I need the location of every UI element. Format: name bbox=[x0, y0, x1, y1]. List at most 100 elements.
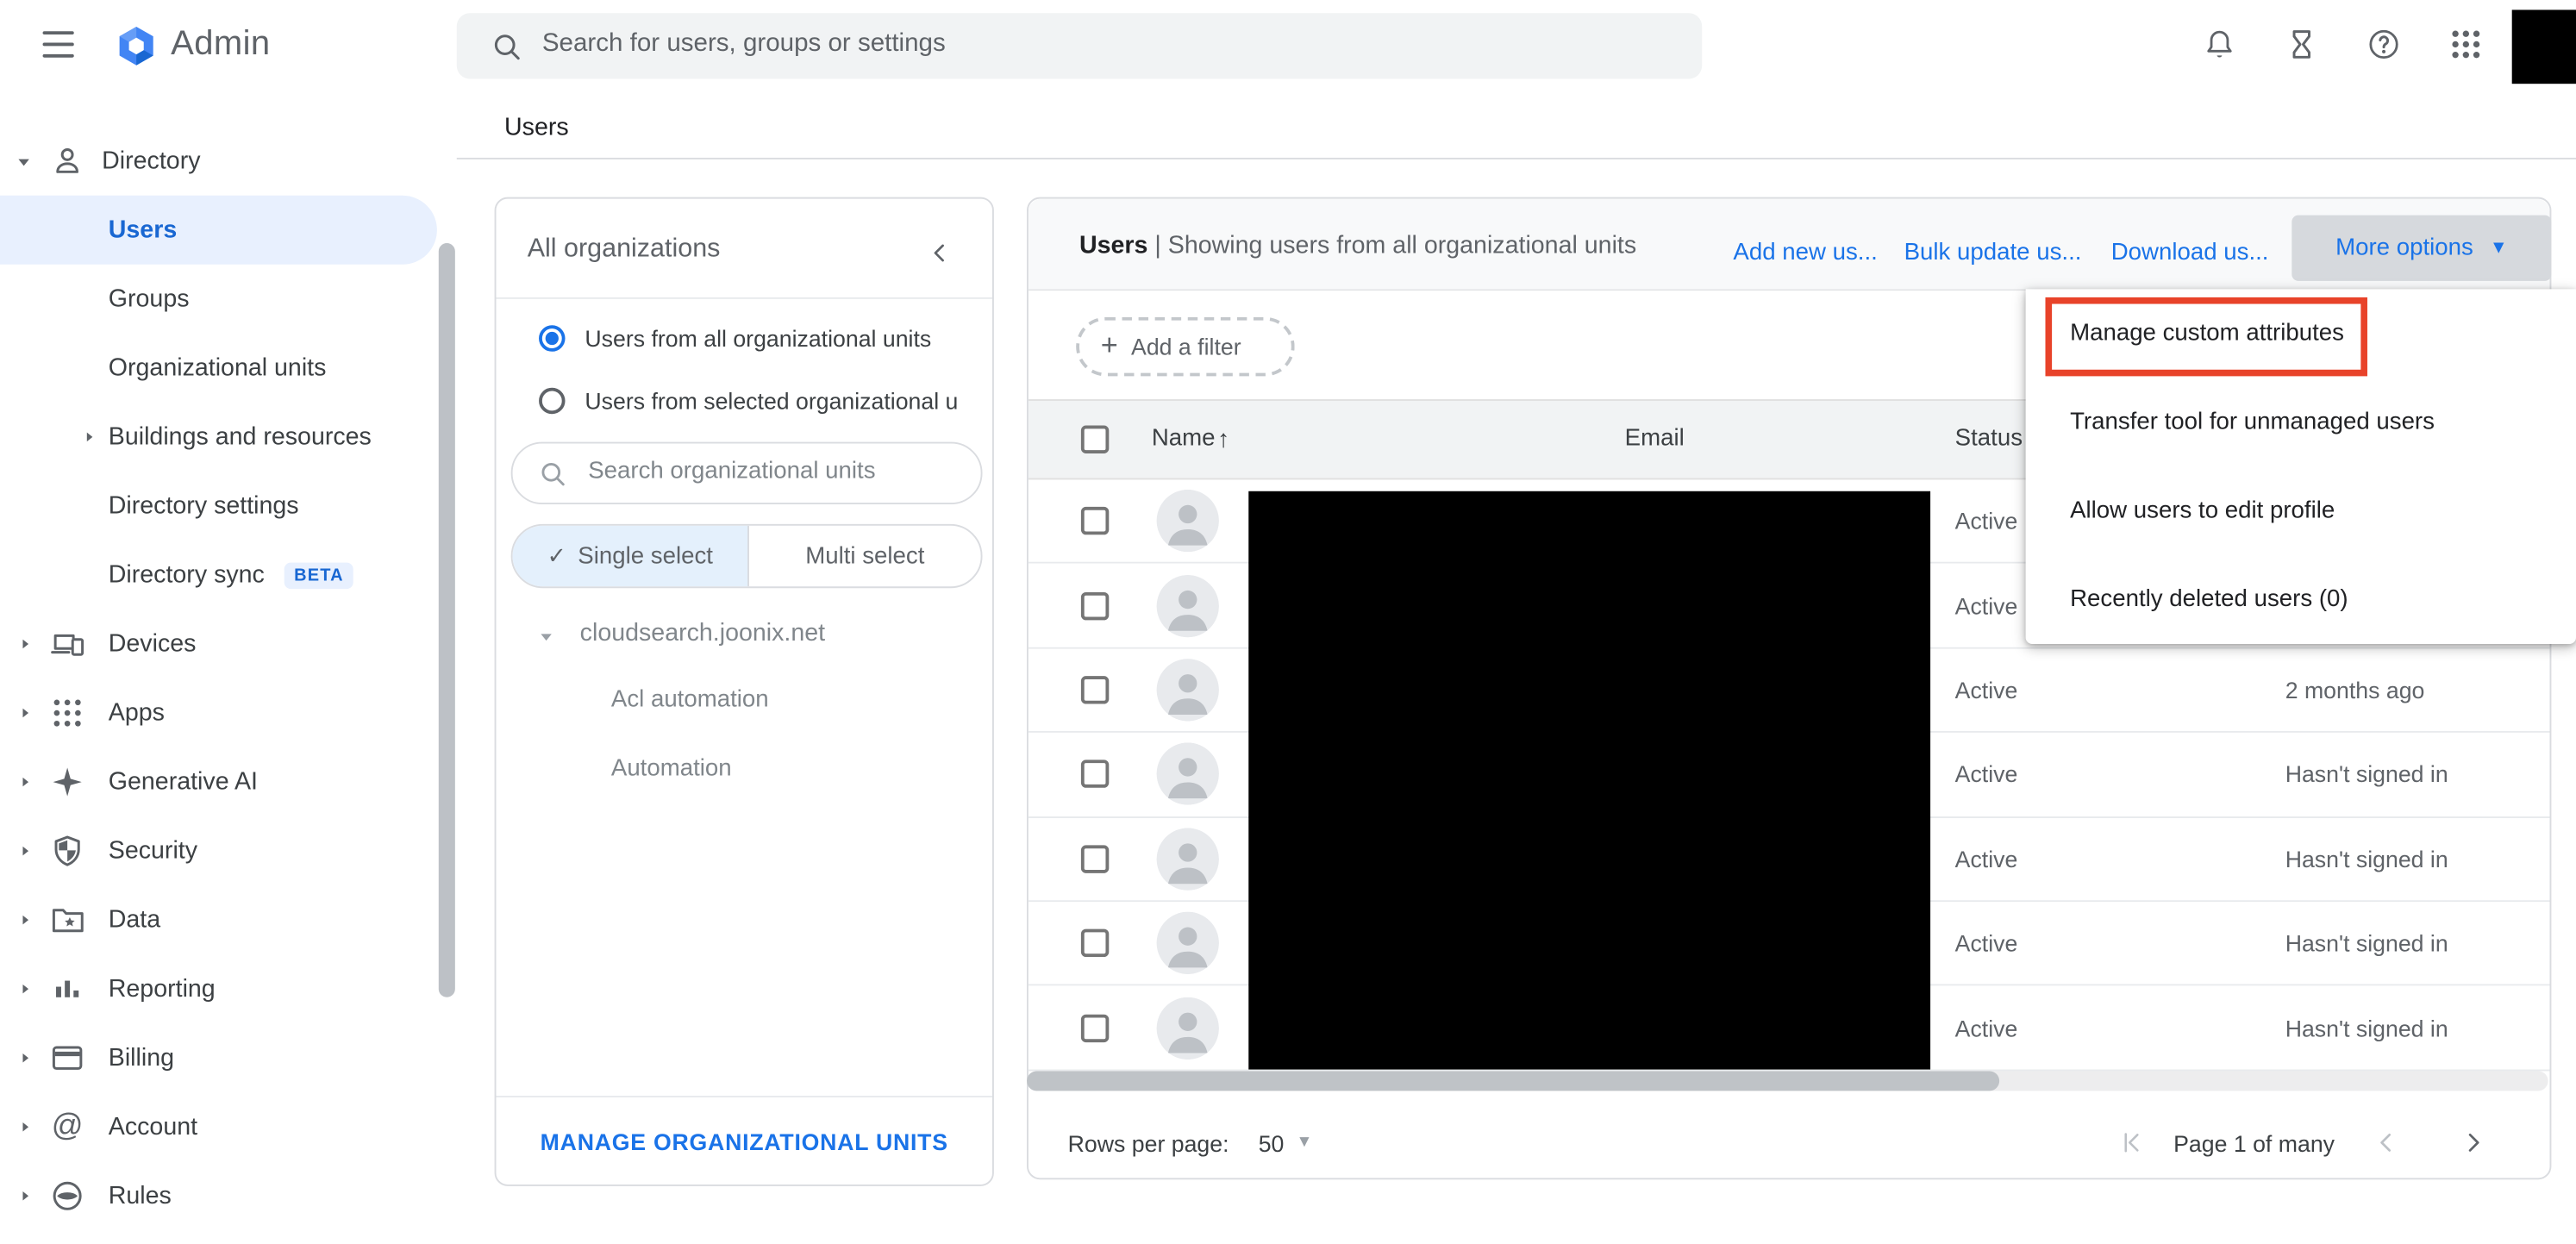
directory-subitems: Users Groups Organizational units Buildings… bbox=[0, 196, 457, 609]
chevron-down-icon bbox=[13, 151, 34, 172]
chevron-right-icon[interactable] bbox=[16, 911, 34, 929]
chevron-right-icon[interactable] bbox=[16, 704, 34, 722]
column-header-name[interactable]: Name bbox=[1152, 426, 1216, 452]
sidebar-scrollbar[interactable] bbox=[439, 243, 455, 997]
sidebar-item-label[interactable]: Rules bbox=[109, 1182, 172, 1210]
add-filter-button[interactable]: + Add a filter bbox=[1076, 317, 1294, 377]
sidebar-item-label[interactable]: Groups bbox=[109, 285, 190, 313]
row-checkbox[interactable] bbox=[1081, 591, 1109, 619]
sidebar-item-groups[interactable]: Groups bbox=[0, 265, 457, 334]
notifications-bell-icon[interactable] bbox=[2202, 26, 2238, 62]
more-options-menu: Manage custom attributesTransfer tool fo… bbox=[2026, 289, 2576, 644]
bulk-update-users-link[interactable]: Bulk update us... bbox=[1904, 240, 2082, 266]
sidebar-item-label[interactable]: Security bbox=[109, 837, 197, 865]
row-checkbox[interactable] bbox=[1081, 507, 1109, 534]
sidebar-item-apps[interactable]: Apps bbox=[0, 678, 457, 747]
sidebar-item-reporting[interactable]: Reporting bbox=[0, 954, 457, 1023]
multi-select-tab[interactable]: Multi select bbox=[749, 526, 981, 587]
sidebar-item-directory-sync[interactable]: Directory syncBETA bbox=[0, 541, 457, 609]
add-new-user-link[interactable]: Add new us... bbox=[1733, 240, 1877, 266]
sidebar-item-data[interactable]: Data bbox=[0, 885, 457, 954]
chevron-right-icon[interactable] bbox=[16, 1187, 34, 1205]
select-all-checkbox[interactable] bbox=[1081, 426, 1109, 453]
sidebar-item-buildings-and-resources[interactable]: Buildings and resources bbox=[0, 403, 457, 472]
sidebar-item-security[interactable]: Security bbox=[0, 816, 457, 885]
sidebar-item-devices[interactable]: Devices bbox=[0, 609, 457, 678]
rows-per-page-value[interactable]: 50 bbox=[1259, 1130, 1285, 1156]
sidebar-item-label[interactable]: Billing bbox=[109, 1044, 174, 1072]
user-last-sign-in: Hasn't signed in bbox=[2285, 930, 2448, 956]
sidebar-item-rules[interactable]: Rules bbox=[0, 1161, 457, 1230]
credit-card-icon bbox=[49, 1040, 85, 1076]
sidebar-item-label[interactable]: Organizational units bbox=[109, 354, 327, 382]
sidebar-item-label[interactable]: Account bbox=[109, 1113, 197, 1141]
row-checkbox[interactable] bbox=[1081, 929, 1109, 957]
chevron-right-icon[interactable] bbox=[16, 842, 34, 860]
chevron-right-icon[interactable] bbox=[16, 635, 34, 653]
first-page-icon[interactable] bbox=[2116, 1127, 2147, 1158]
more-options-button[interactable]: More options ▼ bbox=[2292, 216, 2551, 281]
horizontal-scrollbar-thumb[interactable] bbox=[1027, 1071, 1999, 1091]
row-checkbox[interactable] bbox=[1081, 1014, 1109, 1041]
single-select-tab[interactable]: ✓ Single select bbox=[513, 526, 749, 587]
sidebar-item-label[interactable]: Directory bbox=[102, 147, 200, 175]
global-search-input[interactable]: Search for users, groups or settings bbox=[457, 13, 1702, 78]
sidebar-item-label[interactable]: Directory settings bbox=[109, 492, 299, 520]
column-header-status[interactable]: Status bbox=[1955, 426, 2023, 452]
column-header-email[interactable]: Email bbox=[1625, 426, 1685, 452]
sidebar-item-label[interactable]: Buildings and resources bbox=[109, 423, 372, 451]
row-checkbox[interactable] bbox=[1081, 676, 1109, 703]
row-checkbox[interactable] bbox=[1081, 760, 1109, 788]
radio-all-org-units[interactable]: Users from all organizational units bbox=[539, 312, 931, 365]
sidebar-item-billing[interactable]: Billing bbox=[0, 1023, 457, 1092]
download-users-link[interactable]: Download us... bbox=[2111, 240, 2269, 266]
radio-unselected-icon[interactable] bbox=[539, 388, 565, 414]
org-units-search-input[interactable]: Search organizational units bbox=[511, 442, 983, 504]
pending-tasks-hourglass-icon[interactable] bbox=[2284, 26, 2320, 62]
sidebar-item-generative-ai[interactable]: Generative AI bbox=[0, 747, 457, 816]
chevron-right-icon[interactable] bbox=[80, 428, 98, 446]
user-status: Active bbox=[1955, 677, 2018, 703]
radio-selected-org-units[interactable]: Users from selected organizational u bbox=[539, 374, 985, 427]
caret-down-icon[interactable]: ▼ bbox=[1297, 1134, 1313, 1152]
org-tree-child[interactable]: Automation bbox=[611, 756, 732, 782]
chevron-right-icon[interactable] bbox=[16, 1118, 34, 1136]
at-sign-icon: @ bbox=[49, 1109, 85, 1145]
menu-item-allow-users-to-edit-profile[interactable]: Allow users to edit profile bbox=[2026, 466, 2576, 555]
sidebar-item-label[interactable]: Reporting bbox=[109, 975, 216, 1003]
radio-selected-icon[interactable] bbox=[539, 325, 565, 351]
sidebar-item-label[interactable]: Devices bbox=[109, 630, 197, 658]
breadcrumb[interactable]: Users bbox=[504, 113, 569, 141]
help-icon[interactable] bbox=[2366, 26, 2402, 62]
menu-item-recently-deleted-users-0[interactable]: Recently deleted users (0) bbox=[2026, 555, 2576, 644]
menu-item-transfer-tool-for-unmanaged-users[interactable]: Transfer tool for unmanaged users bbox=[2026, 378, 2576, 466]
org-tree-root[interactable]: cloudsearch.joonix.net bbox=[580, 619, 825, 647]
sidebar-item-users[interactable]: Users bbox=[0, 196, 457, 265]
sidebar-item-directory-settings[interactable]: Directory settings bbox=[0, 472, 457, 541]
sidebar-item-label[interactable]: Users bbox=[109, 216, 177, 244]
org-tree-child[interactable]: Acl automation bbox=[611, 687, 769, 713]
user-last-sign-in: 2 months ago bbox=[2285, 677, 2425, 703]
sidebar-item-label[interactable]: Data bbox=[109, 906, 160, 934]
sidebar-item-directory[interactable]: Directory bbox=[0, 138, 457, 184]
previous-page-icon[interactable] bbox=[2371, 1127, 2402, 1158]
sidebar-item-account[interactable]: @ Account bbox=[0, 1092, 457, 1161]
chevron-right-icon[interactable] bbox=[16, 1049, 34, 1067]
main-menu-icon[interactable] bbox=[43, 31, 74, 57]
collapse-panel-icon[interactable] bbox=[925, 238, 954, 267]
sidebar-item-organizational-units[interactable]: Organizational units bbox=[0, 334, 457, 403]
sidebar-item-label[interactable]: Generative AI bbox=[109, 768, 258, 796]
tree-collapse-icon[interactable] bbox=[535, 626, 557, 647]
manage-org-units-button[interactable]: MANAGE ORGANIZATIONAL UNITS bbox=[496, 1128, 991, 1154]
apps-grid-icon[interactable] bbox=[2448, 26, 2484, 62]
chevron-right-icon[interactable] bbox=[16, 980, 34, 998]
sidebar-item-label[interactable]: Apps bbox=[109, 699, 165, 727]
chevron-right-icon[interactable] bbox=[16, 773, 34, 791]
next-page-icon[interactable] bbox=[2458, 1127, 2489, 1158]
user-avatar bbox=[1157, 490, 1219, 552]
row-checkbox[interactable] bbox=[1081, 845, 1109, 872]
account-avatar[interactable] bbox=[2512, 9, 2576, 84]
sidebar-item-label[interactable]: Directory syncBETA bbox=[109, 561, 353, 589]
sort-ascending-icon[interactable]: ↑ bbox=[1217, 426, 1229, 453]
menu-item-manage-custom-attributes[interactable]: Manage custom attributes bbox=[2026, 289, 2576, 378]
